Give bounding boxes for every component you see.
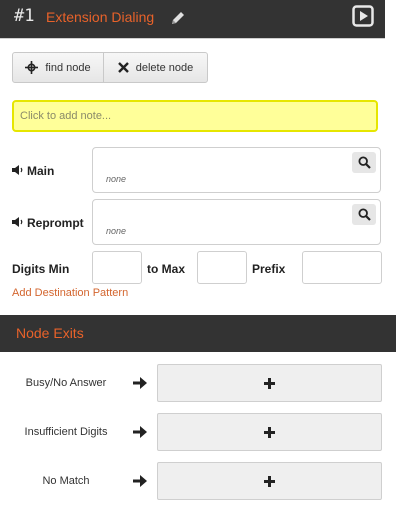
exit-add-button[interactable]	[157, 364, 382, 402]
node-header: #1 Extension Dialing	[0, 0, 385, 38]
main-prompt-label: Main	[27, 164, 55, 178]
header-divider	[0, 38, 385, 39]
exit-label: No Match	[42, 475, 90, 487]
exit-label: Insufficient Digits	[24, 426, 108, 438]
reprompt-field[interactable]: none	[92, 199, 381, 245]
prefix-input[interactable]	[302, 251, 382, 284]
arrow-right-icon	[133, 426, 147, 438]
reprompt-value: none	[106, 226, 127, 236]
plus-icon	[264, 377, 275, 389]
delete-node-button[interactable]: delete node	[104, 53, 207, 82]
digits-min-input[interactable]	[92, 251, 142, 284]
arrow-right-icon	[133, 377, 147, 389]
pencil-icon[interactable]	[170, 10, 186, 26]
crosshair-icon	[25, 61, 39, 74]
node-toolbar: find node delete node	[12, 52, 208, 83]
exit-add-button[interactable]	[157, 462, 382, 500]
plus-icon	[264, 426, 275, 438]
delete-node-label: delete node	[135, 61, 194, 74]
reprompt-label: Reprompt	[27, 216, 84, 230]
digits-max-label: to Max	[147, 262, 186, 276]
main-prompt-value: none	[106, 174, 127, 184]
add-destination-pattern-link[interactable]: Add Destination Pattern	[12, 287, 128, 299]
reprompt-search-button[interactable]	[352, 204, 376, 225]
plus-icon	[264, 475, 275, 487]
speaker-icon	[12, 165, 23, 175]
node-title[interactable]: Extension Dialing	[46, 9, 154, 25]
digits-min-label: Digits Min	[12, 262, 70, 276]
digits-max-input[interactable]	[197, 251, 247, 284]
node-exits-title: Node Exits	[16, 325, 84, 341]
speaker-icon	[12, 217, 23, 227]
close-icon	[117, 62, 129, 73]
find-node-button[interactable]: find node	[13, 53, 104, 82]
node-number: #1	[14, 6, 35, 26]
play-icon[interactable]	[352, 5, 374, 27]
node-exits-header: Node Exits	[0, 315, 396, 352]
search-icon	[357, 156, 371, 169]
main-search-button[interactable]	[352, 152, 376, 173]
exit-add-button[interactable]	[157, 413, 382, 451]
arrow-right-icon	[133, 475, 147, 487]
find-node-label: find node	[45, 61, 91, 74]
main-prompt-field[interactable]: none	[92, 147, 381, 193]
exit-label: Busy/No Answer	[25, 377, 107, 389]
prefix-label: Prefix	[252, 262, 286, 276]
note-field[interactable]: Click to add note...	[12, 100, 378, 132]
search-icon	[357, 208, 371, 221]
